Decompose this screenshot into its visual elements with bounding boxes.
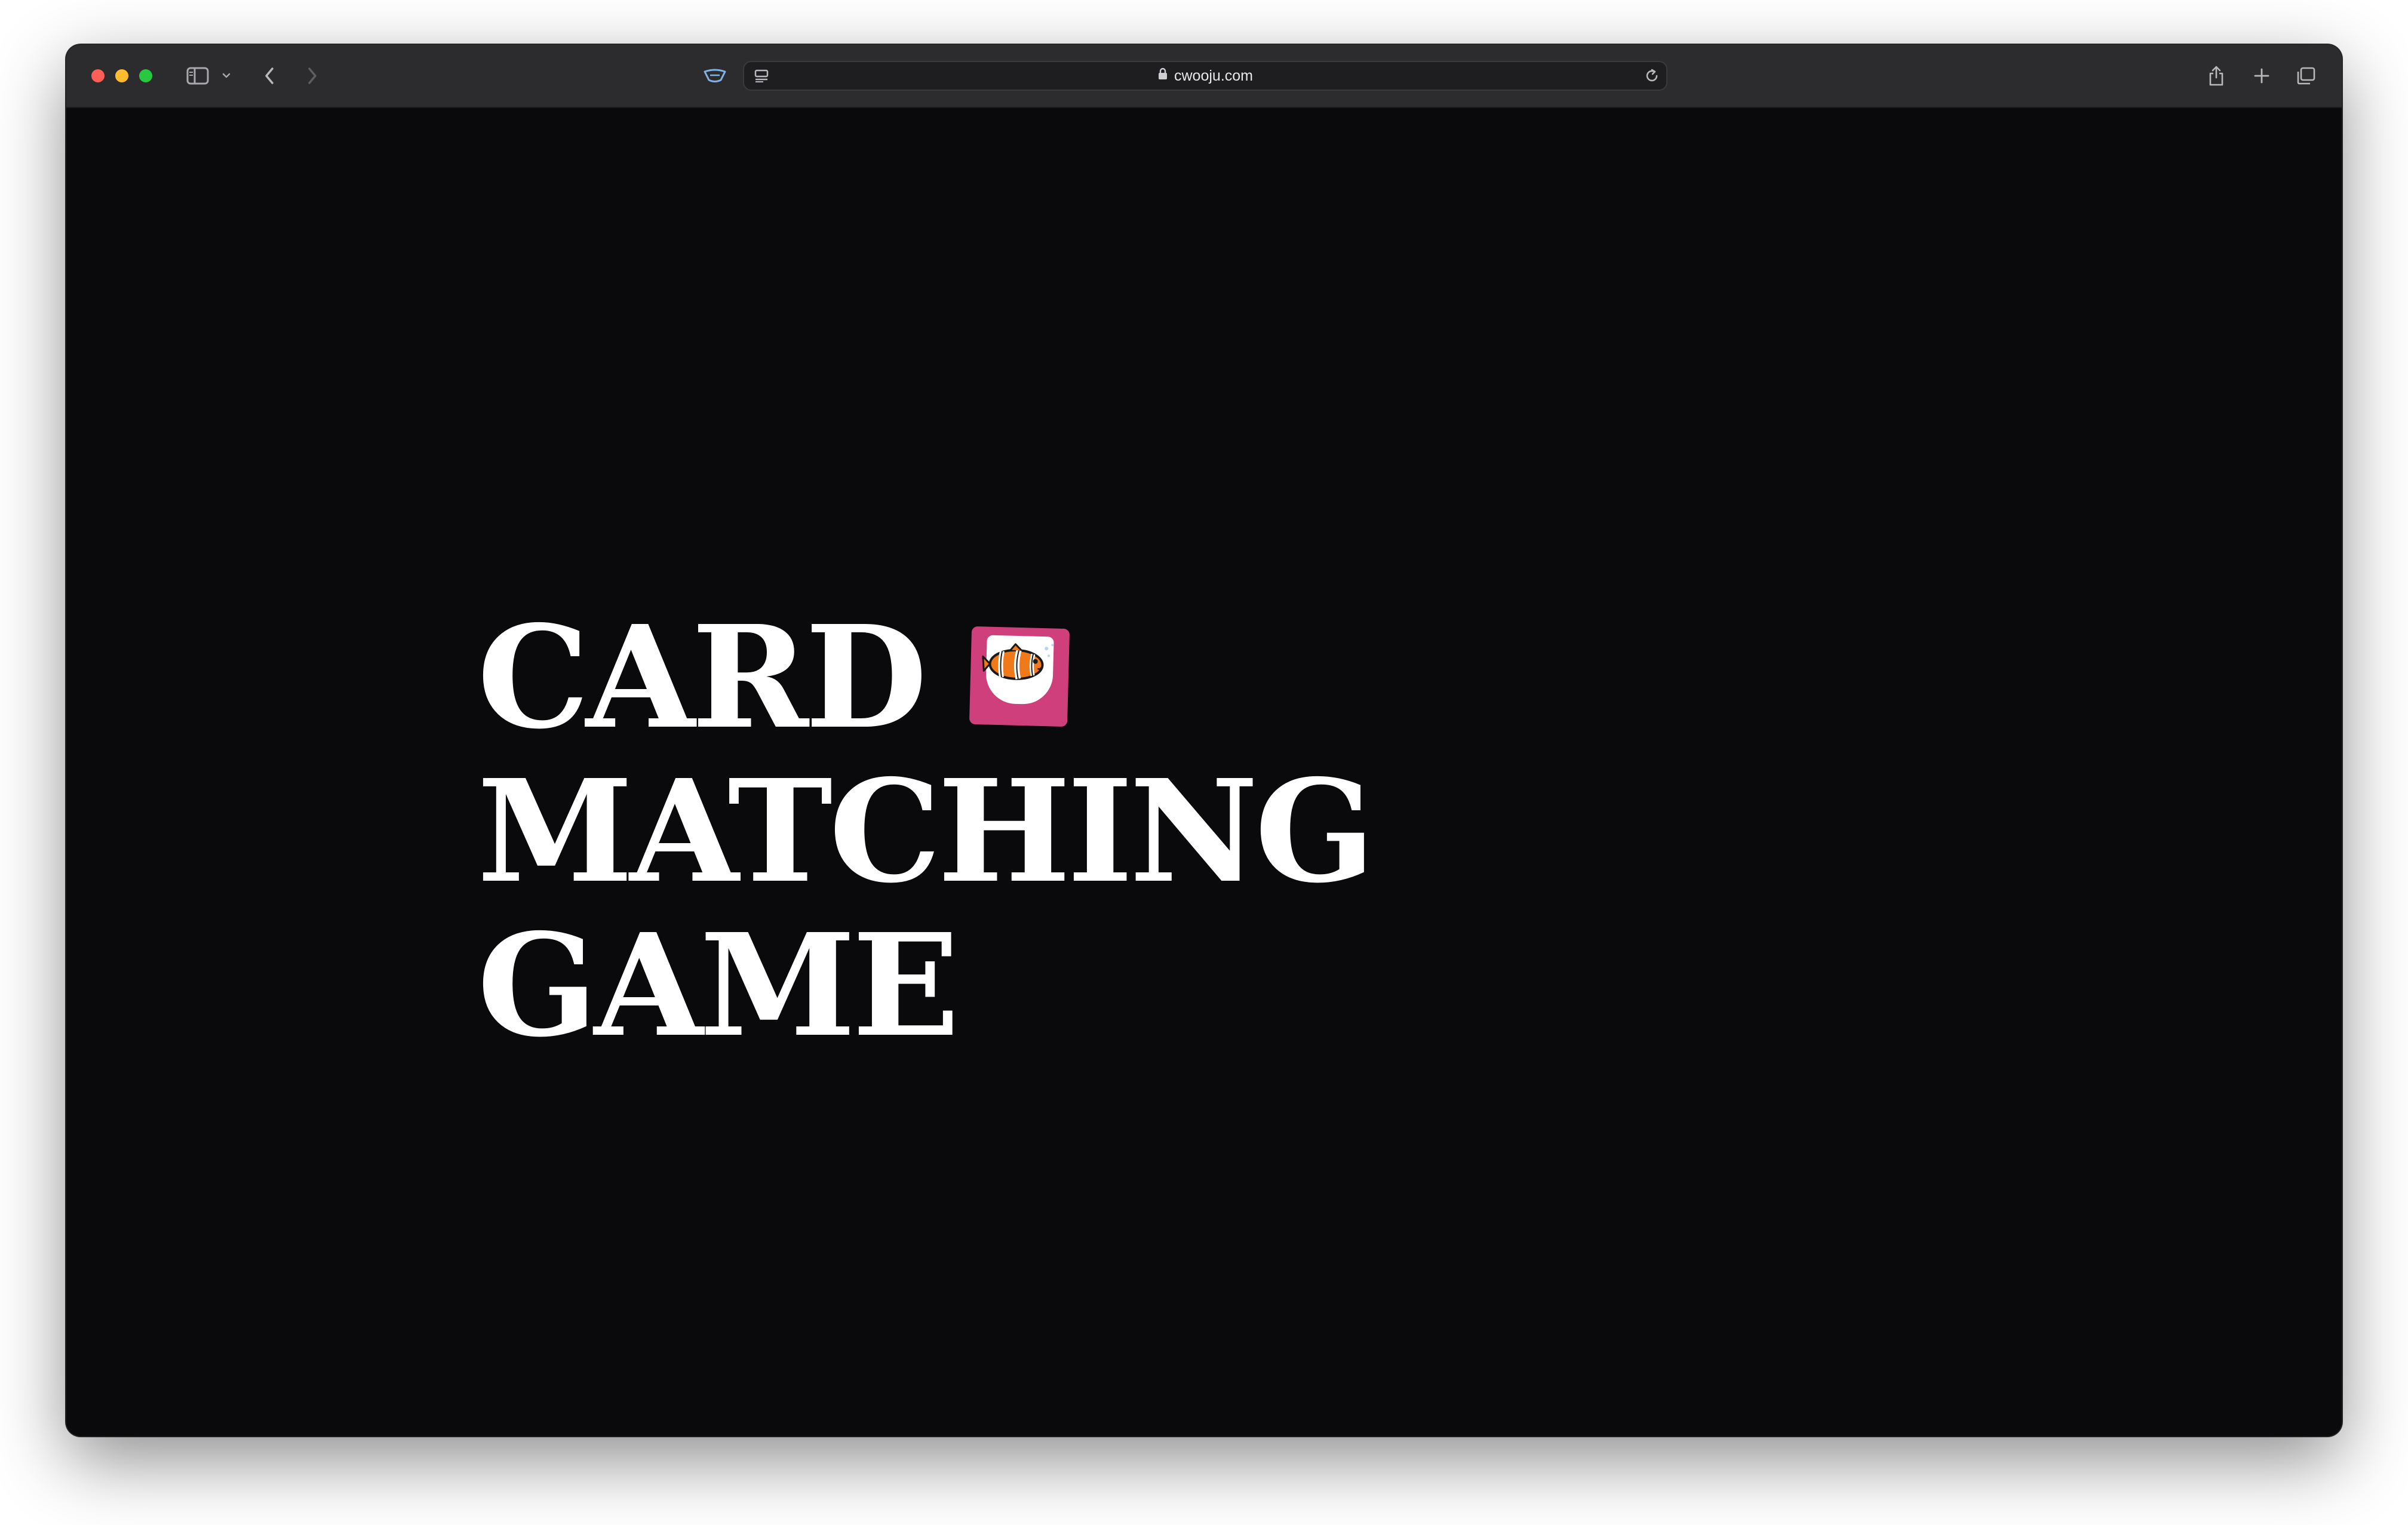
title-line-1: CARD [477,594,927,760]
clownfish-card-icon [969,626,1070,727]
sidebar-icon[interactable] [183,62,212,90]
reload-icon[interactable] [1640,62,1664,90]
minimize-window-button[interactable] [115,69,128,82]
chevron-down-icon[interactable] [219,62,234,90]
close-window-button[interactable] [91,69,105,82]
title-line-2: MATCHING [477,748,1375,914]
privacy-shield-icon[interactable] [702,62,728,90]
address-bar[interactable]: cwooju.com [743,61,1667,91]
chevron-left-icon[interactable] [257,62,281,90]
title-line-3: GAME [477,902,960,1068]
tabs-icon[interactable] [2293,62,2319,90]
url-text: cwooju.com [1174,67,1253,84]
page-content: CARD MATCHING GAME [66,108,2342,1436]
share-icon[interactable] [2203,62,2229,90]
browser-toolbar: cwooju.com [66,45,2342,108]
url-display: cwooju.com [744,62,1666,90]
clownfish-icon [982,643,1054,680]
chevron-right-icon[interactable] [300,62,324,90]
plus-icon[interactable] [2249,62,2275,90]
maximize-window-button[interactable] [139,69,152,82]
lock-icon [1157,67,1168,85]
browser-window: cwooju.com CARD MATCHING GAME [66,45,2342,1436]
game-title: CARD MATCHING GAME [477,594,1375,1068]
